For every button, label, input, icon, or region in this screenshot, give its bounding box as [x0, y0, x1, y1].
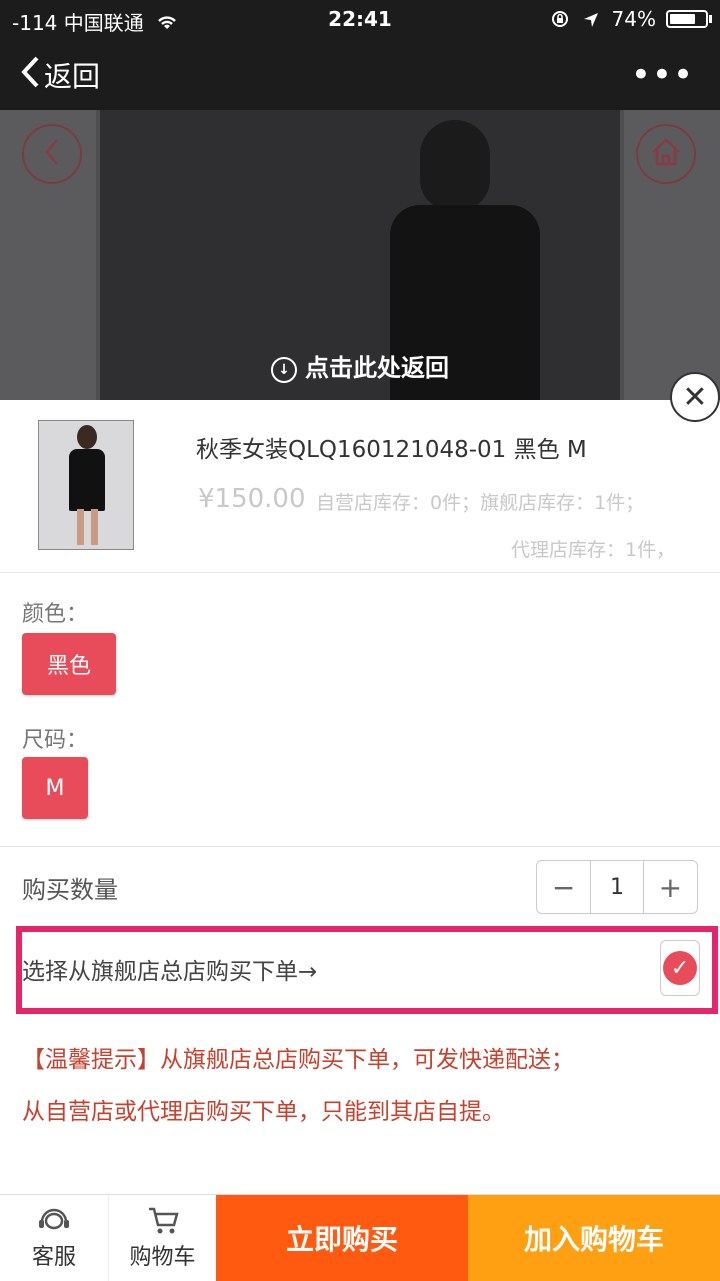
- prev-arrow-button[interactable]: [22, 124, 82, 184]
- cart-label: 购物车: [129, 1245, 196, 1270]
- size-label: 尺码：: [22, 728, 89, 753]
- status-bar: -114 中国联通 22:41 74%: [0, 0, 720, 40]
- thumb-leg: [77, 509, 84, 545]
- model-head: [420, 120, 490, 210]
- battery-percent: 74%: [611, 7, 656, 31]
- arrow-down-circle-icon: ↓: [271, 357, 297, 383]
- chevron-left-icon: [20, 55, 40, 96]
- headset-icon: [37, 1205, 71, 1239]
- quantity-stepper: − 1 +: [536, 860, 698, 914]
- product-thumbnail: [38, 420, 134, 550]
- home-button[interactable]: [636, 124, 696, 184]
- tip-line-2: 从自营店或代理店购买下单，只能到其店自提。: [22, 1099, 505, 1125]
- stock-flagship: 旗舰店库存：1件；: [480, 492, 645, 514]
- customer-service-button[interactable]: 客服: [0, 1195, 108, 1281]
- tip-line-1: 【温馨提示】从旗舰店总店购买下单，可发快递配送；: [22, 1047, 574, 1073]
- more-button[interactable]: •••: [631, 58, 694, 92]
- battery-fill: [670, 14, 695, 24]
- close-icon: ✕: [682, 379, 708, 415]
- stock-info: 自营店库存：0件；旗舰店库存：1件；: [316, 488, 644, 515]
- close-button[interactable]: ✕: [670, 372, 720, 422]
- product-image-preview[interactable]: ↓ 点击此处返回: [0, 110, 720, 400]
- bottom-action-bar: 客服 购物车 立即购买 加入购物车: [0, 1194, 720, 1281]
- flagship-order-checkbox[interactable]: ✓: [660, 940, 700, 996]
- divider: [0, 572, 720, 573]
- chevron-left-icon: [42, 137, 62, 171]
- return-hint[interactable]: ↓ 点击此处返回: [0, 348, 720, 383]
- buy-now-label: 立即购买: [285, 1223, 398, 1256]
- home-icon: [650, 137, 682, 171]
- ellipsis-icon: •••: [630, 55, 694, 95]
- return-hint-text: 点击此处返回: [305, 354, 449, 382]
- product-price: ¥150.00: [198, 484, 306, 514]
- size-option-m[interactable]: M: [22, 757, 88, 819]
- thumb-head: [77, 425, 97, 449]
- buy-now-button[interactable]: 立即购买: [216, 1195, 468, 1281]
- color-option-label: 黑色: [46, 654, 91, 679]
- size-option-label: M: [45, 775, 65, 801]
- increment-button[interactable]: +: [644, 861, 697, 913]
- minus-icon: −: [551, 870, 576, 904]
- cart-icon: [146, 1205, 180, 1239]
- flagship-order-label: 选择从旗舰店总店购买下单→: [22, 959, 318, 985]
- back-button[interactable]: 返回: [20, 52, 100, 98]
- color-label: 颜色：: [22, 602, 89, 627]
- battery-cap: [709, 15, 712, 23]
- quantity-label: 购买数量: [22, 876, 118, 904]
- divider: [0, 846, 720, 847]
- cart-button[interactable]: 购物车: [108, 1195, 216, 1281]
- plus-icon: +: [658, 870, 683, 904]
- decrement-button[interactable]: −: [537, 861, 590, 913]
- customer-service-label: 客服: [31, 1245, 76, 1270]
- stock-agent: 代理店库存：1件，: [511, 539, 676, 561]
- color-option-black[interactable]: 黑色: [22, 633, 116, 695]
- stock-self: 自营店库存：0件；: [316, 492, 481, 514]
- nav-bar: 返回 •••: [0, 40, 720, 110]
- thumb-dress: [69, 449, 105, 511]
- add-to-cart-label: 加入购物车: [523, 1223, 664, 1256]
- orientation-lock-icon: [551, 7, 575, 31]
- battery-icon: [666, 10, 708, 28]
- back-label: 返回: [44, 60, 101, 93]
- thumb-leg: [91, 509, 98, 545]
- quantity-value[interactable]: 1: [590, 861, 644, 913]
- add-to-cart-button[interactable]: 加入购物车: [468, 1195, 720, 1281]
- product-name: 秋季女装QLQ160121048-01 黑色 M: [196, 437, 587, 463]
- location-icon: [583, 7, 605, 31]
- status-right: 74%: [551, 7, 656, 31]
- checkmark-icon: ✓: [663, 951, 697, 985]
